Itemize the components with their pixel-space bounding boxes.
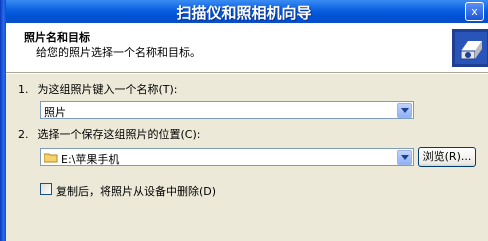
name-dropdown-button[interactable] bbox=[397, 103, 412, 118]
header-subtitle: 给您的照片选择一个名称和目标。 bbox=[36, 46, 201, 59]
location-value: E:\苹果手机 bbox=[61, 153, 120, 166]
step1-label-row: 1. 为这组照片键入一个名称(T): bbox=[18, 81, 178, 97]
browse-button[interactable]: 浏览(R)... bbox=[418, 147, 476, 167]
location-dropdown-button[interactable] bbox=[397, 150, 412, 165]
name-combo[interactable]: 照片 bbox=[40, 101, 414, 119]
chevron-down-icon bbox=[401, 108, 409, 113]
header-title: 照片名和目标 bbox=[24, 31, 90, 44]
name-value: 照片 bbox=[44, 106, 66, 119]
header-separator bbox=[6, 72, 488, 74]
window-title: 扫描仪和照相机向导 bbox=[176, 4, 312, 22]
step2-label: 选择一个保存这组照片的位置(C): bbox=[37, 128, 201, 141]
close-button[interactable]: x bbox=[465, 2, 484, 21]
chevron-down-icon bbox=[401, 155, 409, 160]
delete-after-copy-checkbox[interactable] bbox=[40, 183, 52, 195]
step2-number: 2. bbox=[18, 128, 29, 141]
step1-number: 1. bbox=[18, 83, 29, 96]
folder-icon bbox=[44, 153, 58, 163]
wizard-icon bbox=[452, 29, 488, 67]
location-combo[interactable]: E:\苹果手机 bbox=[40, 148, 414, 166]
delete-after-copy-label: 复制后，将照片从设备中删除(D) bbox=[56, 185, 217, 198]
step1-label: 为这组照片键入一个名称(T): bbox=[37, 83, 178, 96]
title-bar: 扫描仪和照相机向导 x bbox=[0, 0, 488, 23]
wizard-header: 照片名和目标 给您的照片选择一个名称和目标。 bbox=[6, 23, 488, 72]
step2-label-row: 2. 选择一个保存这组照片的位置(C): bbox=[18, 126, 200, 142]
